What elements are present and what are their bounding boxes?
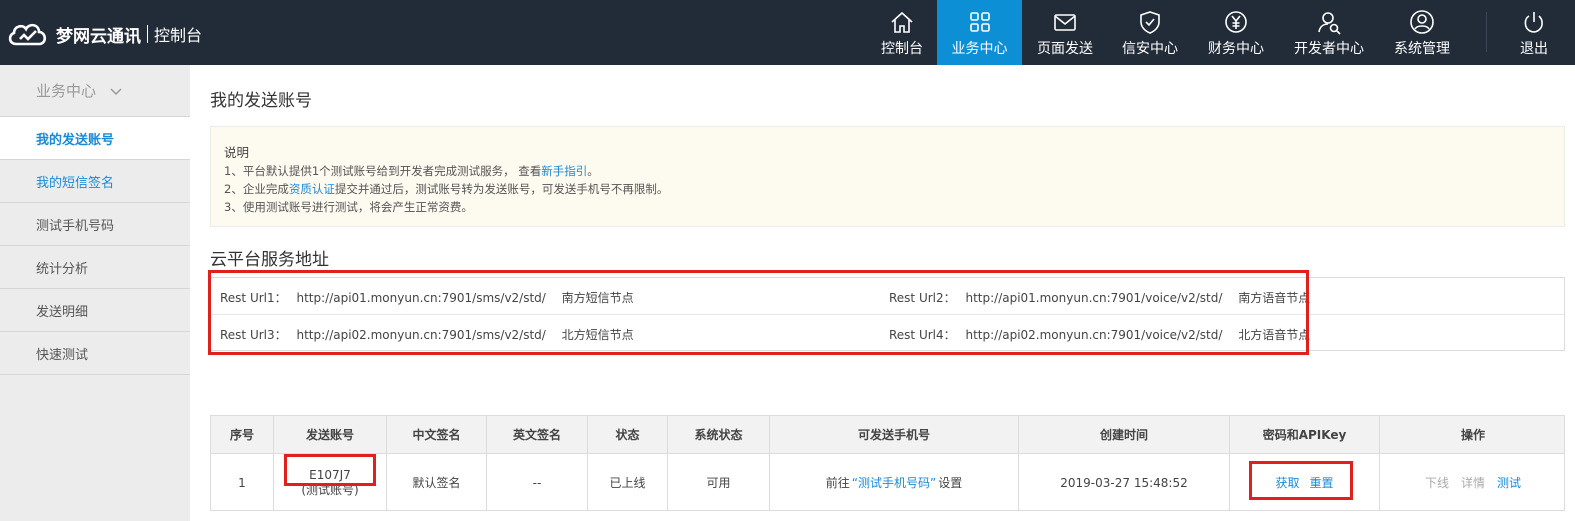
sidebar-item-sms-signatures[interactable]: 我的短信签名 xyxy=(0,160,190,203)
cloud-logo-icon xyxy=(8,23,47,46)
highlight-box-account xyxy=(284,454,376,486)
shield-icon xyxy=(1140,11,1160,34)
col-header: 系统状态 xyxy=(668,416,770,453)
nav-system-management[interactable]: 系统管理 xyxy=(1387,0,1457,65)
sidebar-item-send-details[interactable]: 发送明细 xyxy=(0,289,190,332)
status-badge: 已上线 xyxy=(588,454,668,511)
sidebar-item-statistics[interactable]: 统计分析 xyxy=(0,246,190,289)
col-header: 发送账号 xyxy=(274,416,387,453)
notice-text: 1、平台默认提供1个测试账号给到开发者完成测试服务， 查看 xyxy=(224,164,542,178)
notice-line-2: 2、企业完成资质认证提交并通过后，测试账号转为发送账号，可发送手机号不再限制。 xyxy=(224,180,1564,198)
yuan-icon xyxy=(1225,11,1247,33)
notice-box: 说明 1、平台默认提供1个测试账号给到开发者完成测试服务， 查看新手指引。 2、… xyxy=(210,126,1565,227)
sidebar: 业务中心 我的发送账号 我的短信签名 测试手机号码 统计分析 发送明细 快速测试 xyxy=(0,65,190,521)
page-title: 我的发送账号 xyxy=(210,91,312,111)
grid-icon xyxy=(969,12,990,32)
logout-label: 退出 xyxy=(1520,41,1548,57)
nav-label: 控制台 xyxy=(881,41,923,57)
qualification-link[interactable]: 资质认证 xyxy=(289,182,335,196)
user-icon xyxy=(1410,10,1434,34)
nav-business-center[interactable]: 业务中心 xyxy=(937,0,1022,65)
notice-text: 。 xyxy=(587,164,599,178)
sidebar-header[interactable]: 业务中心 xyxy=(0,65,190,117)
accounts-table: 序号 发送账号 中文签名 英文签名 状态 系统状态 可发送手机号 创建时间 密码… xyxy=(210,415,1565,511)
mail-icon xyxy=(1054,14,1076,31)
notice-text: 提交并通过后，测试账号转为发送账号，可发送手机号不再限制。 xyxy=(334,182,669,196)
test-button[interactable]: 测试 xyxy=(1497,474,1521,491)
highlight-box-apikey xyxy=(1249,461,1353,500)
offline-button[interactable]: 下线 xyxy=(1425,474,1449,491)
col-header: 操作 xyxy=(1460,428,1485,442)
col-header: 创建时间 xyxy=(1019,416,1230,453)
cell-phones: 前往 “测试手机号码” 设置 xyxy=(770,454,1019,511)
sidebar-item-quick-test[interactable]: 快速测试 xyxy=(0,332,190,375)
sidebar-item-label: 发送明细 xyxy=(36,304,89,320)
col-header: 状态 xyxy=(588,416,668,453)
brand-name: 梦网云通讯 xyxy=(56,26,141,47)
detail-button[interactable]: 详情 xyxy=(1461,474,1485,491)
nav-label: 页面发送 xyxy=(1037,41,1093,57)
nav-security-center[interactable]: 信安中心 xyxy=(1115,0,1185,65)
notice-title: 说明 xyxy=(224,145,250,160)
sidebar-item-send-accounts[interactable]: 我的发送账号 xyxy=(0,117,190,160)
nav-developer-center[interactable]: 开发者中心 xyxy=(1287,0,1371,65)
cell-en-sign: -- xyxy=(487,454,588,511)
nav-label: 业务中心 xyxy=(951,41,1008,57)
cell-sys-status: 可用 xyxy=(668,454,770,511)
table-row: 1 E107J7 (测试账号) 默认签名 -- 已上线 可用 前往 “测试手机号… xyxy=(211,454,1564,511)
logo[interactable]: 梦网云通讯 控制台 xyxy=(6,20,202,48)
col-header: 序号 xyxy=(211,416,274,453)
notice-line-3: 3、使用测试账号进行测试，将会产生正常资费。 xyxy=(224,200,473,214)
col-header: 密码和APIKey xyxy=(1230,416,1380,453)
sidebar-item-label: 测试手机号码 xyxy=(36,218,115,234)
cell-actions: 下线 详情 测试 xyxy=(1380,454,1566,511)
chevron-down-icon xyxy=(110,87,122,95)
cell-created: 2019-03-27 15:48:52 xyxy=(1019,454,1230,511)
nav-label: 财务中心 xyxy=(1208,41,1264,57)
logo-divider xyxy=(147,25,148,43)
sidebar-item-label: 统计分析 xyxy=(36,261,89,277)
sidebar-item-test-phones[interactable]: 测试手机号码 xyxy=(0,203,190,246)
developer-icon xyxy=(1318,12,1341,35)
notice-text: 2、企业完成 xyxy=(224,182,289,196)
home-icon xyxy=(891,11,913,33)
beginner-guide-link[interactable]: 新手指引 xyxy=(541,164,587,178)
logout-button[interactable]: 退出 xyxy=(1509,0,1559,65)
nav-label: 开发者中心 xyxy=(1294,41,1364,57)
nav-console[interactable]: 控制台 xyxy=(871,0,933,65)
sidebar-title: 业务中心 xyxy=(36,82,97,100)
col-header: 英文签名 xyxy=(487,416,588,453)
service-address-title: 云平台服务地址 xyxy=(210,250,329,270)
power-icon xyxy=(1524,12,1543,33)
cell-index: 1 xyxy=(211,454,274,511)
nav-finance-center[interactable]: 财务中心 xyxy=(1201,0,1271,65)
sidebar-item-label: 我的发送账号 xyxy=(36,132,115,148)
console-label: 控制台 xyxy=(154,26,203,45)
col-header: 可发送手机号 xyxy=(770,416,1019,453)
table-header: 序号 发送账号 中文签名 英文签名 状态 系统状态 可发送手机号 创建时间 密码… xyxy=(211,416,1564,454)
nav-label: 信安中心 xyxy=(1122,41,1178,57)
col-header: 中文签名 xyxy=(387,416,487,453)
test-phones-link[interactable]: “测试手机号码” xyxy=(852,474,936,491)
nav-divider xyxy=(1486,12,1487,52)
cell-cn-sign: 默认签名 xyxy=(387,454,487,511)
nav-label: 系统管理 xyxy=(1394,41,1450,57)
phones-text: 设置 xyxy=(938,476,963,490)
nav-page-send[interactable]: 页面发送 xyxy=(1030,0,1100,65)
highlight-box-urls xyxy=(208,270,1309,355)
sidebar-item-label: 我的短信签名 xyxy=(36,175,115,191)
phones-text: 前往 xyxy=(825,476,850,490)
notice-line-1: 1、平台默认提供1个测试账号给到开发者完成测试服务， 查看新手指引。 xyxy=(224,162,1564,180)
sidebar-item-label: 快速测试 xyxy=(36,347,89,363)
top-bar: 梦网云通讯 控制台 控制台 业务中心 页面发送 信安中心 财务中心 开发者中心 … xyxy=(0,0,1575,65)
